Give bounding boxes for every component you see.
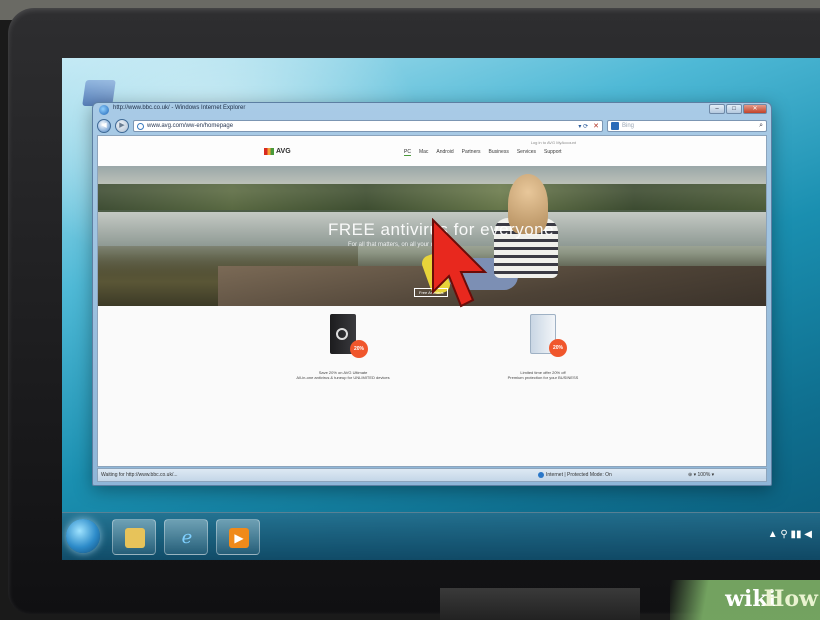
mouse-cursor-icon [432,218,488,308]
zone-text: Internet | Protected Mode: On [546,472,612,478]
product-ultimate[interactable]: 20% Save 20% on AVG Ultimate All-in-one … [268,314,418,380]
search-box[interactable]: Bing ⌕ [607,120,767,132]
globe-icon [538,472,544,478]
window-controls: – □ ✕ [709,104,767,114]
maximize-button[interactable]: □ [726,104,742,114]
watermark-how: How [763,586,818,612]
stop-button[interactable]: ✕ [593,122,599,130]
address-text[interactable]: www.avg.com/ww-en/homepage [147,123,233,129]
navigation-bar: ◀ ▶ www.avg.com/ww-en/homepage ▾ ⟳ ✕ Bin… [93,117,771,135]
site-nav: PC Mac Android Partners Business Service… [404,149,562,156]
avg-logo-text: AVG [276,148,291,155]
close-button[interactable]: ✕ [743,104,767,114]
monitor-stand [440,588,640,620]
taskbar-internet-explorer[interactable]: e [164,519,208,555]
zoom-control[interactable]: ⊕ ▾ 100% ▾ [688,472,714,478]
nav-mac[interactable]: Mac [419,149,428,156]
product-box-image[interactable]: 20% [330,314,368,358]
search-provider-icon [611,122,619,130]
ie-icon: e [181,527,193,548]
nav-pc[interactable]: PC [404,149,411,156]
status-text: Waiting for http://www.bbc.co.uk/... [101,472,178,478]
ie-window: http://www.bbc.co.uk/ - Windows Internet… [92,102,772,486]
product-description: Premium protection for your BUSINESS [507,375,579,380]
nav-android[interactable]: Android [436,149,453,156]
folder-icon [125,528,145,548]
address-bar[interactable]: www.avg.com/ww-en/homepage ▾ ⟳ ✕ [133,120,603,132]
site-header: Log in to AVG MyAccount AVG PC Mac Andro… [98,136,766,166]
taskbar-media-player[interactable]: ▶ [216,519,260,555]
forward-arrow-icon[interactable]: ▶ [115,119,129,133]
media-player-icon: ▶ [229,528,249,548]
nav-support[interactable]: Support [544,149,562,156]
security-zone[interactable]: Internet | Protected Mode: On [538,472,688,478]
window-title: http://www.bbc.co.uk/ - Windows Internet… [113,105,246,111]
product-description: All-in-one antivirus & tuneup for UNLIMI… [296,375,390,380]
nav-business[interactable]: Business [489,149,509,156]
page-icon [137,122,144,130]
avg-mark-icon [264,148,274,155]
nav-partners[interactable]: Partners [462,149,481,156]
minimize-button[interactable]: – [709,104,725,114]
taskbar: e ▶ ▲ ⚲ ▮▮ ◀ [62,512,820,560]
product-logo-icon [336,328,348,340]
back-arrow-icon[interactable]: ◀ [97,119,111,133]
login-link[interactable]: Log in to AVG MyAccount [531,140,576,145]
desktop-screen: http://www.bbc.co.uk/ - Windows Internet… [62,58,820,560]
avg-logo[interactable]: AVG [264,148,291,155]
start-button[interactable] [66,519,100,553]
search-input[interactable]: Bing [622,123,634,129]
refresh-button[interactable]: ▾ ⟳ [578,123,588,130]
discount-badge: 20% [350,340,368,358]
ie-logo-icon [99,105,109,115]
product-box-image[interactable]: 20% [530,314,567,357]
nav-services[interactable]: Services [517,149,536,156]
system-tray[interactable]: ▲ ⚲ ▮▮ ◀ [768,529,812,540]
discount-badge: 20% [549,339,567,357]
product-business[interactable]: 20% Limited time offer 20% off Premium p… [468,314,618,380]
taskbar-explorer[interactable] [112,519,156,555]
title-bar[interactable]: http://www.bbc.co.uk/ - Windows Internet… [93,103,771,117]
search-icon[interactable]: ⌕ [759,122,763,130]
hero-trees [98,184,766,210]
status-bar: Waiting for http://www.bbc.co.uk/... Int… [97,468,767,482]
product-section: 20% Save 20% on AVG Ultimate All-in-one … [98,306,766,466]
